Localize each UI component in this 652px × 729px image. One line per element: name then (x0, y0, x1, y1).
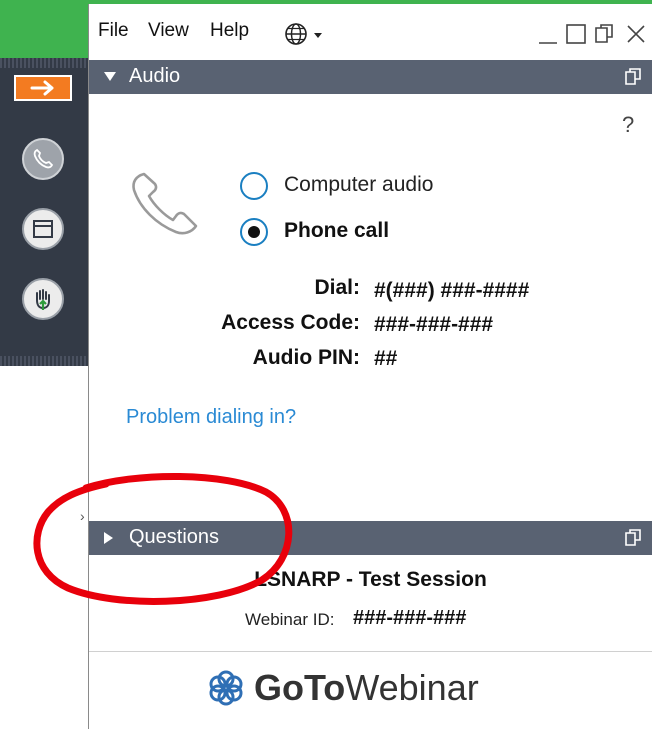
collapse-triangle-icon (104, 72, 116, 81)
popout-button[interactable] (592, 22, 616, 51)
computer-audio-label[interactable]: Computer audio (284, 173, 433, 197)
window-icon (33, 220, 53, 238)
menu-help[interactable]: Help (210, 20, 249, 42)
help-button[interactable]: ? (622, 112, 634, 138)
webinar-id-value: ###-###-### (353, 607, 467, 629)
dock-grip-top (0, 58, 88, 68)
gotowebinar-logo: GoTo Webinar (206, 667, 479, 709)
audio-dock-button[interactable] (22, 138, 64, 180)
minimize-icon (539, 42, 557, 44)
logo-text-light: Webinar (345, 667, 479, 708)
radio-selected-dot (248, 226, 260, 238)
raise-hand-icon (36, 289, 50, 310)
access-code-value: ###-###-### (374, 313, 494, 336)
logo-text-bold: GoTo (254, 667, 346, 708)
raise-hand-dock-button[interactable] (22, 278, 64, 320)
popout-icon (595, 24, 613, 43)
maximize-icon (566, 24, 586, 44)
screen-dock-button[interactable] (22, 208, 64, 250)
globe-dropdown-icon (285, 23, 322, 45)
close-icon (627, 25, 645, 43)
minimize-button[interactable] (536, 22, 560, 51)
audio-pin-label: Audio PIN: (252, 346, 360, 369)
dial-label: Dial: (314, 276, 360, 299)
phone-call-label[interactable]: Phone call (284, 219, 389, 243)
phone-call-radio[interactable] (240, 218, 268, 246)
webinar-id-label: Webinar ID: (245, 610, 335, 629)
access-code-label: Access Code: (221, 311, 360, 334)
audio-panel-header[interactable]: Audio (89, 60, 652, 94)
popout-icon[interactable] (624, 68, 642, 86)
phone-icon (33, 148, 54, 169)
menu-view[interactable]: View (148, 20, 189, 42)
collapse-panel-button[interactable] (14, 75, 72, 101)
close-button[interactable] (624, 22, 648, 51)
red-annotation-ellipse (33, 473, 293, 605)
phone-illustration-icon (132, 172, 198, 235)
problem-dialing-link[interactable]: Problem dialing in? (126, 406, 296, 429)
audio-panel-title: Audio (129, 65, 181, 87)
menu-file[interactable]: File (98, 20, 129, 42)
arrow-right-icon (30, 80, 54, 96)
dock-grip-bottom (0, 356, 88, 366)
audio-pin-value: ## (374, 347, 398, 370)
popout-icon[interactable] (624, 529, 642, 547)
dial-value: #(###) ###-#### (374, 279, 530, 302)
window-left-border (88, 4, 89, 729)
maximize-button[interactable] (564, 22, 588, 51)
divider (89, 651, 652, 652)
language-dropdown[interactable] (284, 22, 330, 51)
computer-audio-radio[interactable] (240, 172, 268, 200)
gotowebinar-flower-icon (209, 670, 243, 706)
